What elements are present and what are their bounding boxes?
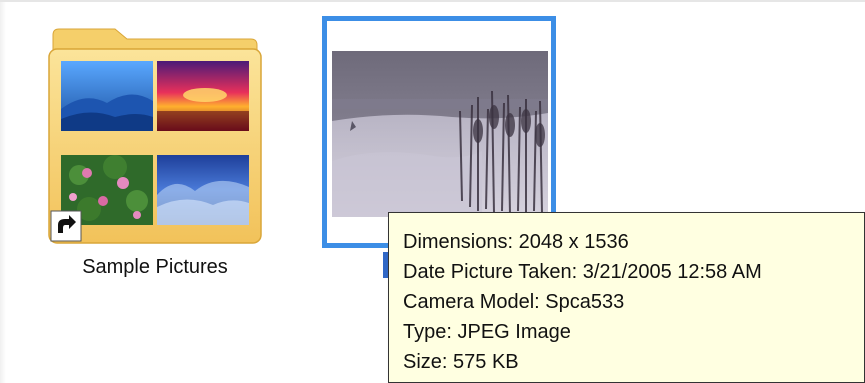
- sample-pictures-folder[interactable]: Sample Pictures: [40, 20, 270, 290]
- info-tooltip: Dimensions: 2048 x 1536 Date Picture Tak…: [388, 212, 865, 383]
- tooltip-dimensions: Dimensions: 2048 x 1536: [403, 231, 629, 253]
- photo-thumbnail: [332, 51, 548, 217]
- file-list-pane: Sample Pictures Dimensions: 2048 x 1536 …: [0, 0, 865, 383]
- pane-edge: [0, 2, 6, 383]
- folder-shortcut-icon: [45, 25, 265, 247]
- tooltip-date-taken: Date Picture Taken: 3/21/2005 12:58 AM: [403, 261, 762, 283]
- tooltip-size: Size: 575 KB: [403, 351, 519, 373]
- tooltip-camera-model: Camera Model: Spca533: [403, 291, 625, 313]
- folder-label: Sample Pictures: [82, 256, 228, 278]
- tooltip-type: Type: JPEG Image: [403, 321, 571, 343]
